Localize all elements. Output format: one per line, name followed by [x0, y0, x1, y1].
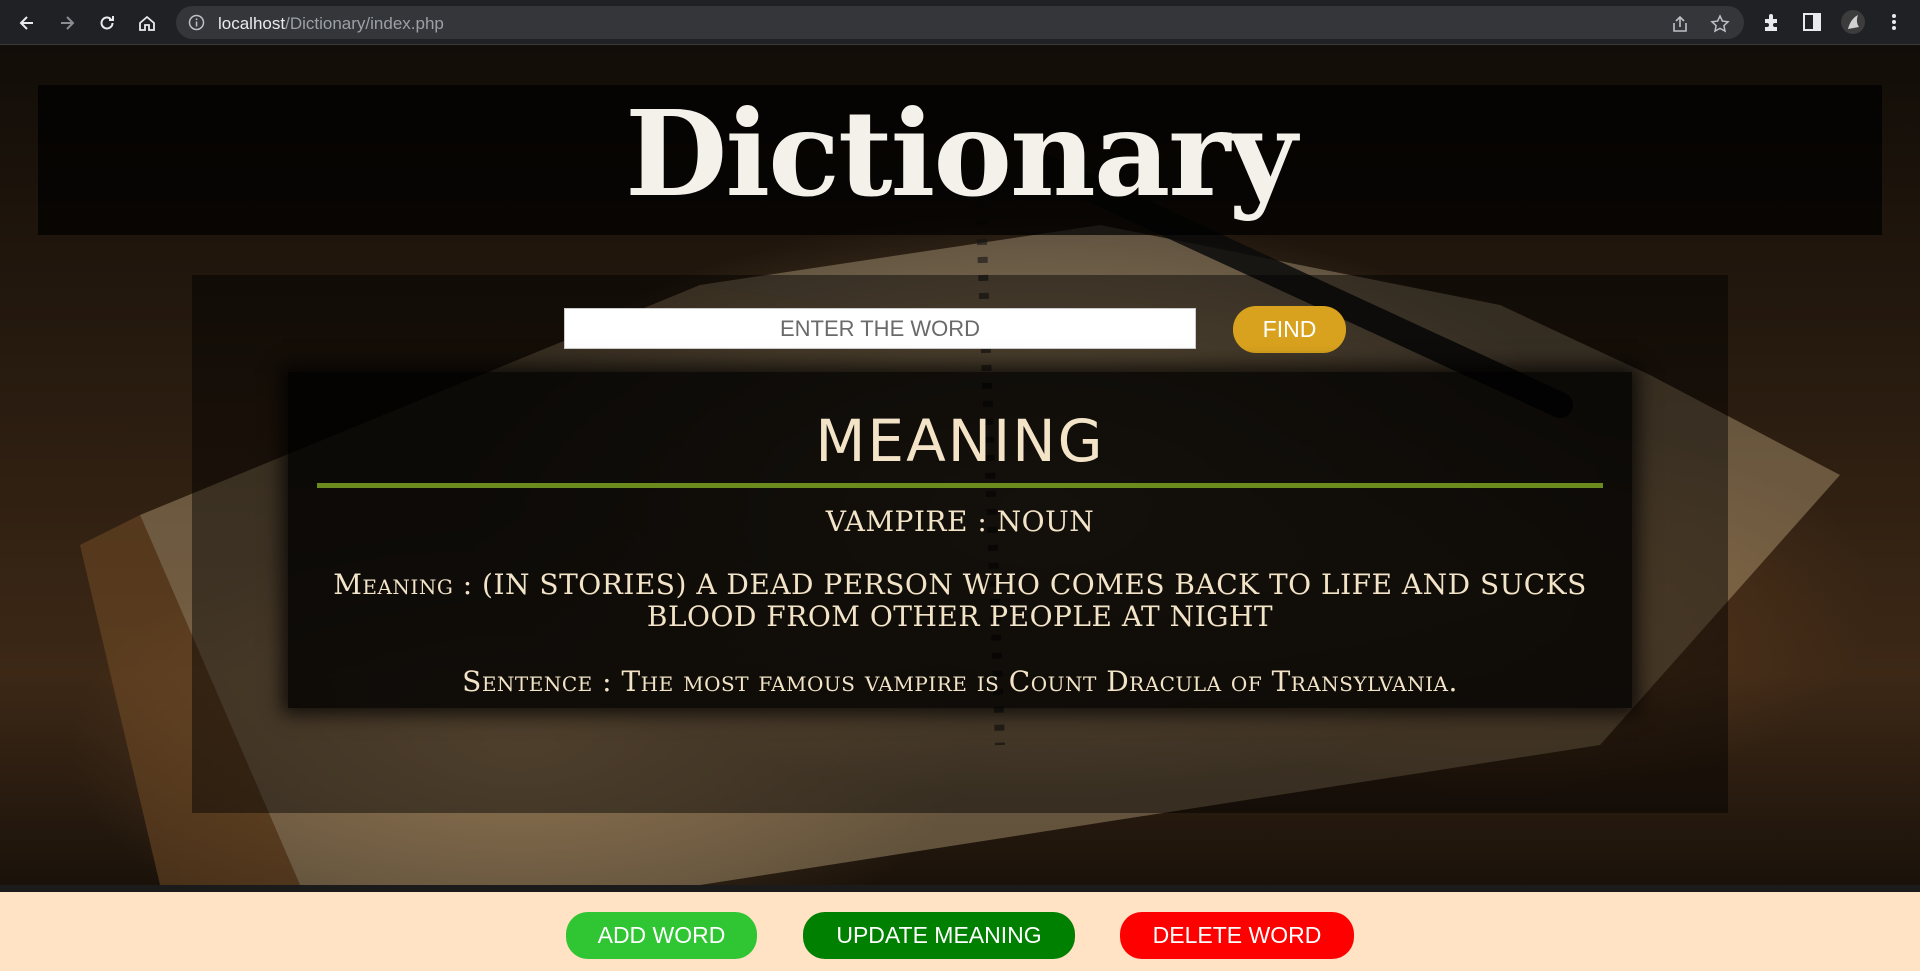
word-search-input[interactable]: [564, 308, 1196, 349]
star-icon[interactable]: [1710, 14, 1730, 34]
menu-icon[interactable]: [1883, 11, 1905, 33]
action-footer: ADD WORD UPDATE MEANING DELETE WORD: [0, 892, 1920, 971]
meaning-divider: [317, 483, 1603, 488]
info-icon[interactable]: [188, 14, 205, 31]
share-icon[interactable]: [1670, 14, 1690, 34]
definition-line: Meaning : (IN STORIES) A DEAD PERSON WHO…: [333, 568, 1587, 633]
home-icon[interactable]: [133, 9, 161, 37]
url-path: /Dictionary/index.php: [285, 14, 444, 33]
find-button[interactable]: FIND: [1233, 306, 1346, 353]
sidepanel-icon[interactable]: [1801, 11, 1823, 33]
extensions-icon[interactable]: [1761, 11, 1783, 33]
url-host: localhost: [218, 14, 286, 33]
meaning-heading: MEANING: [815, 407, 1105, 475]
forward-icon[interactable]: [53, 9, 81, 37]
delete-word-button[interactable]: DELETE WORD: [1120, 912, 1354, 959]
add-word-button[interactable]: ADD WORD: [566, 912, 757, 959]
page-title: Dictionary: [624, 84, 1297, 223]
update-meaning-button[interactable]: UPDATE MEANING: [803, 912, 1075, 959]
profile-avatar[interactable]: [1840, 9, 1866, 35]
url-text: localhost/Dictionary/index.php: [218, 14, 444, 34]
back-icon[interactable]: [13, 9, 41, 37]
word-pos-line: VAMPIRE : NOUN: [825, 505, 1095, 538]
example-sentence-line: Sentence : The most famous vampire is Co…: [462, 665, 1458, 698]
reload-icon[interactable]: [93, 9, 121, 37]
address-bar[interactable]: localhost/Dictionary/index.php: [176, 6, 1744, 39]
meaning-card: MEANING VAMPIRE : NOUN Meaning : (IN STO…: [288, 372, 1632, 708]
browser-toolbar: localhost/Dictionary/index.php: [0, 0, 1920, 45]
